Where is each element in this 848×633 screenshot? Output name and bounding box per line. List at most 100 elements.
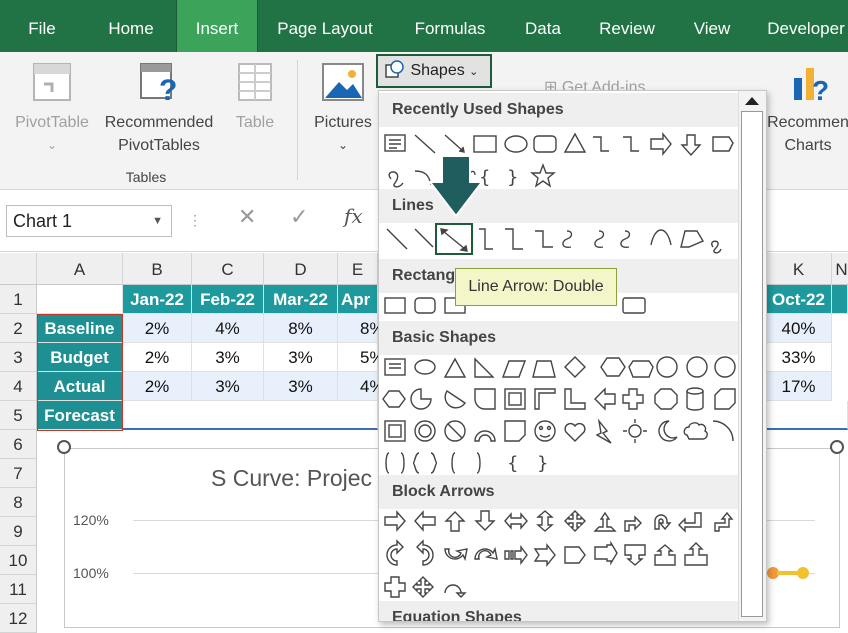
row-header-11[interactable]: 11 [0, 575, 37, 604]
table-cell[interactable]: 4% [192, 314, 264, 343]
header-cell[interactable]: Jan-22 [123, 285, 192, 314]
forecast-row-cells[interactable] [123, 401, 378, 430]
svg-text:}: } [507, 167, 518, 188]
tab-review[interactable]: Review [592, 0, 662, 52]
table-cell[interactable]: 40% [766, 314, 832, 343]
header-cell[interactable]: Apr [338, 285, 378, 314]
recommended-charts-label-1: Recommen [767, 114, 848, 131]
resize-handle[interactable] [830, 440, 844, 454]
column-header-c[interactable]: C [192, 253, 264, 285]
tab-view[interactable]: View [686, 0, 738, 52]
scroll-up-arrow-icon[interactable] [745, 97, 759, 105]
shapes-button[interactable]: Shapes ⌄ [376, 54, 492, 88]
svg-text:}: } [537, 453, 548, 474]
row-header-10[interactable]: 10 [0, 546, 37, 575]
row-label-actual[interactable]: Actual [37, 372, 123, 401]
table-cell[interactable]: 4% [338, 372, 385, 401]
row-header-6[interactable]: 6 [0, 430, 37, 459]
pointer-arrow-icon [428, 155, 484, 218]
chevron-down-icon[interactable]: ▼ [152, 206, 163, 236]
column-header-k[interactable]: K [766, 253, 832, 285]
tab-formulas[interactable]: Formulas [404, 0, 496, 52]
name-box[interactable]: Chart 1 ▼ [6, 205, 172, 237]
table-cell[interactable]: 3% [264, 343, 338, 372]
table-cell[interactable]: 8% [338, 314, 385, 343]
table-cell[interactable]: 33% [766, 343, 832, 372]
pictures-icon [322, 63, 364, 101]
header-cell[interactable]: Oct-22 [766, 285, 832, 314]
scroll-thumb[interactable] [741, 111, 763, 617]
cell-a1[interactable] [37, 285, 123, 314]
pictures-button[interactable]: Pictures ⌄ [308, 60, 378, 157]
tab-developer[interactable]: Developer [758, 0, 848, 52]
forecast-row-cells[interactable] [766, 401, 848, 430]
row-header-4[interactable]: 4 [0, 372, 37, 401]
recommended-charts-button[interactable]: ? Recommen Charts [758, 60, 848, 157]
tab-page-layout[interactable]: Page Layout [270, 0, 380, 52]
table-cell[interactable]: 2% [123, 343, 192, 372]
select-all-corner[interactable] [0, 253, 37, 285]
recommended-charts-label-2: Charts [784, 137, 832, 154]
tab-data[interactable]: Data [515, 0, 571, 52]
column-header-e[interactable]: E [338, 253, 378, 285]
svg-text:?: ? [812, 75, 829, 104]
table-cell[interactable]: 8% [264, 314, 338, 343]
row-label-baseline[interactable]: Baseline [37, 314, 123, 343]
recommended-pivottables-icon: ? [140, 63, 177, 107]
formula-bar-grip-icon: ⋮ [188, 212, 202, 228]
shapes-label: Shapes [410, 62, 465, 79]
table-cell[interactable]: 3% [192, 372, 264, 401]
y-tick-label: 100% [73, 565, 109, 581]
table-button[interactable]: Table [226, 60, 284, 134]
enter-icon[interactable]: ✓ [290, 204, 308, 230]
tab-file[interactable]: File [14, 0, 70, 52]
column-header-b[interactable]: B [123, 253, 192, 285]
gridline [133, 520, 381, 521]
recommended-pivottables-label-1: Recommended [104, 114, 214, 131]
tab-insert[interactable]: Insert [176, 0, 258, 52]
series-line [777, 571, 799, 575]
column-header-a[interactable]: A [37, 253, 123, 285]
series-point [797, 567, 809, 579]
table-cell[interactable]: 3% [264, 372, 338, 401]
name-box-value: Chart 1 [13, 211, 73, 231]
row-header-2[interactable]: 2 [0, 314, 37, 343]
row-header-1[interactable]: 1 [0, 285, 37, 314]
recommended-charts-icon: ? [794, 68, 829, 106]
header-cell[interactable]: Feb-22 [192, 285, 264, 314]
tab-home[interactable]: Home [96, 0, 166, 52]
row-header-3[interactable]: 3 [0, 343, 37, 372]
table-cell[interactable]: 3% [192, 343, 264, 372]
table-cell[interactable]: 17% [766, 372, 832, 401]
block-arrows-grid [379, 509, 739, 601]
header-cell[interactable]: Mar-22 [264, 285, 338, 314]
row-header-9[interactable]: 9 [0, 517, 37, 546]
resize-handle[interactable] [57, 440, 71, 454]
row-header-7[interactable]: 7 [0, 459, 37, 488]
row-header-8[interactable]: 8 [0, 488, 37, 517]
insert-function-button[interactable]: fx [344, 204, 363, 228]
row-label-forecast[interactable]: Forecast [37, 401, 123, 430]
table-cell[interactable]: 2% [123, 314, 192, 343]
column-header-d[interactable]: D [264, 253, 338, 285]
chart-title: S Curve: Projec [211, 465, 373, 491]
section-basic-shapes: Basic Shapes [379, 321, 739, 355]
svg-text:?: ? [159, 74, 177, 104]
row-header-12[interactable]: 12 [0, 604, 37, 633]
basic-shapes-grid: { } [379, 355, 739, 475]
table-cell[interactable]: 5% [338, 343, 385, 372]
block-arrows-icons [384, 510, 734, 598]
section-block-arrows: Block Arrows [379, 475, 739, 509]
table-cell[interactable]: 2% [123, 372, 192, 401]
recommended-pivottables-button[interactable]: ? Recommended PivotTables [98, 60, 220, 157]
header-cell[interactable] [832, 285, 848, 314]
recommended-pivottables-label-2: PivotTables [118, 137, 200, 154]
row-header-5[interactable]: 5 [0, 401, 37, 430]
pivottable-button[interactable]: PivotTable ⌄ [6, 60, 98, 157]
cancel-icon[interactable]: ✕ [238, 204, 256, 230]
basic-shapes-icons: { } [382, 356, 736, 474]
gallery-scrollbar[interactable] [738, 91, 766, 621]
row-label-budget[interactable]: Budget [37, 343, 123, 372]
pivottable-icon [33, 63, 71, 101]
column-header-n[interactable]: N [832, 253, 848, 285]
